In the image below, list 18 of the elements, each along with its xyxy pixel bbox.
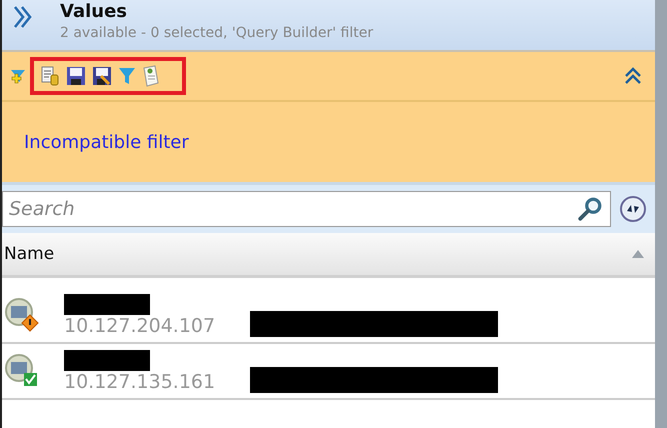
search-field[interactable]: Search xyxy=(2,191,611,227)
ip-address: 10.127.204.107 xyxy=(64,314,216,336)
refresh-icon[interactable] xyxy=(619,195,647,223)
document-icon[interactable] xyxy=(142,65,160,87)
save-icon[interactable] xyxy=(66,66,86,86)
panel-title: Values xyxy=(60,2,128,22)
add-filter-icon[interactable] xyxy=(10,68,26,84)
column-header[interactable]: Name xyxy=(2,233,655,278)
panel-subtitle: 2 available - 0 selected, 'Query Builder' filter xyxy=(60,24,374,43)
incompatible-filter-link[interactable]: Incompatible filter xyxy=(24,132,189,152)
double-chevron-right-icon[interactable] xyxy=(12,4,32,30)
collapse-icon[interactable] xyxy=(623,66,643,86)
ip-address: 10.127.135.161 xyxy=(64,370,216,392)
save-as-icon[interactable] xyxy=(92,66,112,86)
search-icon[interactable] xyxy=(577,196,603,222)
scrollbar[interactable] xyxy=(655,0,667,428)
document-database-icon[interactable] xyxy=(40,66,60,86)
column-label: Name xyxy=(4,244,54,264)
